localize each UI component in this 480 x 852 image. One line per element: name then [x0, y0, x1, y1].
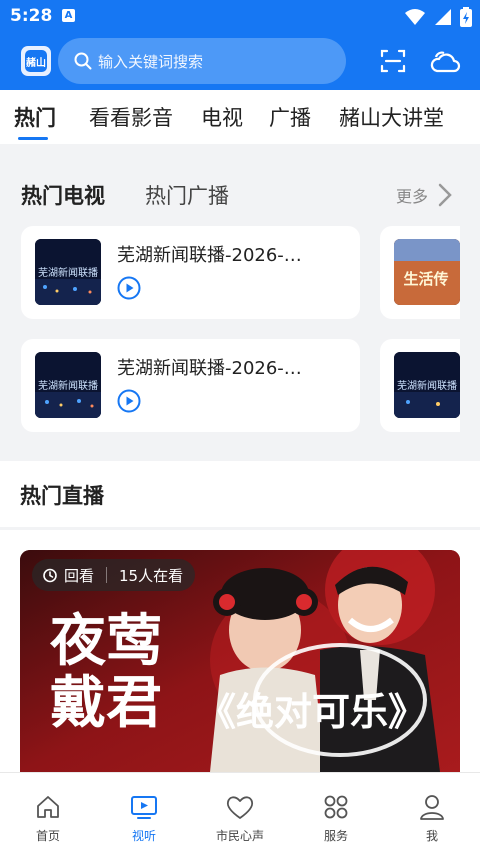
tab-hot-tv[interactable]: 热门电视 [21, 180, 105, 210]
active-tab-indicator [18, 137, 48, 140]
signal-icon [435, 9, 451, 25]
scan-icon [380, 49, 406, 73]
nav-me[interactable]: 我 [392, 791, 472, 844]
tab-video[interactable]: 看看影音 [89, 102, 173, 132]
heart-icon [226, 796, 254, 819]
app-logo[interactable]: 赭山 [21, 46, 51, 76]
program-card[interactable]: 芜湖新闻联播 芜湖新闻联播-2026-… [21, 339, 360, 432]
program-card-side[interactable]: 生活传 [380, 226, 460, 319]
bottom-nav: 首页 视听 市民心声 服务 我 [0, 772, 480, 852]
nav-home[interactable]: 首页 [8, 791, 88, 844]
live-section-title: 热门直播 [20, 484, 104, 508]
program-title: 芜湖新闻联播-2026-… [117, 245, 302, 266]
logo-text: 赭山 [25, 50, 47, 72]
tab-lecture[interactable]: 赭山大讲堂 [339, 102, 444, 132]
nav-video-label: 视听 [131, 829, 156, 843]
program-thumbnail: 芜湖新闻联播 [35, 239, 101, 305]
live-badge: 回看 15人在看 [32, 559, 196, 591]
notification-a-icon: A [62, 9, 75, 22]
replay-label: 回看 [64, 566, 95, 585]
banner-text-3: 《绝对可乐》 [198, 689, 426, 734]
nav-voice-label: 市民心声 [215, 829, 264, 843]
status-indicators [404, 7, 472, 27]
play-icon[interactable] [117, 276, 141, 300]
nav-me-label: 我 [425, 829, 438, 843]
side-thumb-text: 芜湖新闻联播 [397, 379, 457, 392]
badge-divider [106, 567, 108, 583]
program-card[interactable]: 芜湖新闻联播 芜湖新闻联播-2026-… [21, 226, 360, 319]
wifi-icon [405, 9, 425, 25]
tab-hot-radio[interactable]: 热门广播 [145, 180, 229, 210]
chevron-right-icon [438, 183, 452, 207]
side-thumb-text: 生活传 [403, 270, 448, 288]
program-thumbnail: 芜湖新闻联播 [35, 352, 101, 418]
grid-icon [324, 795, 348, 819]
nav-service-label: 服务 [323, 829, 348, 843]
home-icon [37, 796, 59, 818]
play-icon[interactable] [117, 389, 141, 413]
tab-hot[interactable]: 热门 [14, 102, 56, 132]
search-placeholder: 输入关键词搜索 [98, 52, 204, 71]
weather-button[interactable] [428, 44, 462, 78]
tv-icon [131, 796, 157, 819]
nav-service[interactable]: 服务 [296, 791, 376, 844]
search-icon [74, 52, 92, 70]
battery-icon [460, 7, 472, 27]
banner-text-1: 夜莺 [49, 608, 162, 674]
status-bar: 5:28 A [0, 0, 480, 34]
banner-text-2: 戴君 [50, 670, 162, 736]
replay-icon [43, 568, 57, 583]
thumb-text: 芜湖新闻联播 [38, 379, 98, 392]
nav-voice[interactable]: 市民心声 [200, 791, 280, 844]
user-icon [420, 795, 444, 820]
tab-tv[interactable]: 电视 [201, 102, 243, 132]
nav-video[interactable]: 视听 [104, 791, 184, 844]
program-card-side[interactable]: 芜湖新闻联播 [380, 339, 460, 432]
program-title: 芜湖新闻联播-2026-… [117, 358, 302, 379]
program-thumbnail-side: 生活传 [394, 239, 460, 305]
cloud-icon [430, 51, 461, 73]
viewer-count: 15人在看 [119, 566, 184, 585]
nav-home-label: 首页 [35, 829, 60, 843]
program-thumbnail-side: 芜湖新闻联播 [394, 352, 460, 418]
more-link[interactable]: 更多 [396, 183, 452, 207]
category-tabs: 热门 看看影音 电视 广播 赭山大讲堂 [0, 90, 480, 144]
tab-radio[interactable]: 广播 [269, 102, 311, 132]
more-label: 更多 [396, 187, 429, 206]
search-bar[interactable]: 输入关键词搜索 [58, 38, 346, 84]
thumb-text: 芜湖新闻联播 [38, 266, 98, 279]
status-time: 5:28 [10, 6, 53, 26]
scan-button[interactable] [376, 44, 410, 78]
